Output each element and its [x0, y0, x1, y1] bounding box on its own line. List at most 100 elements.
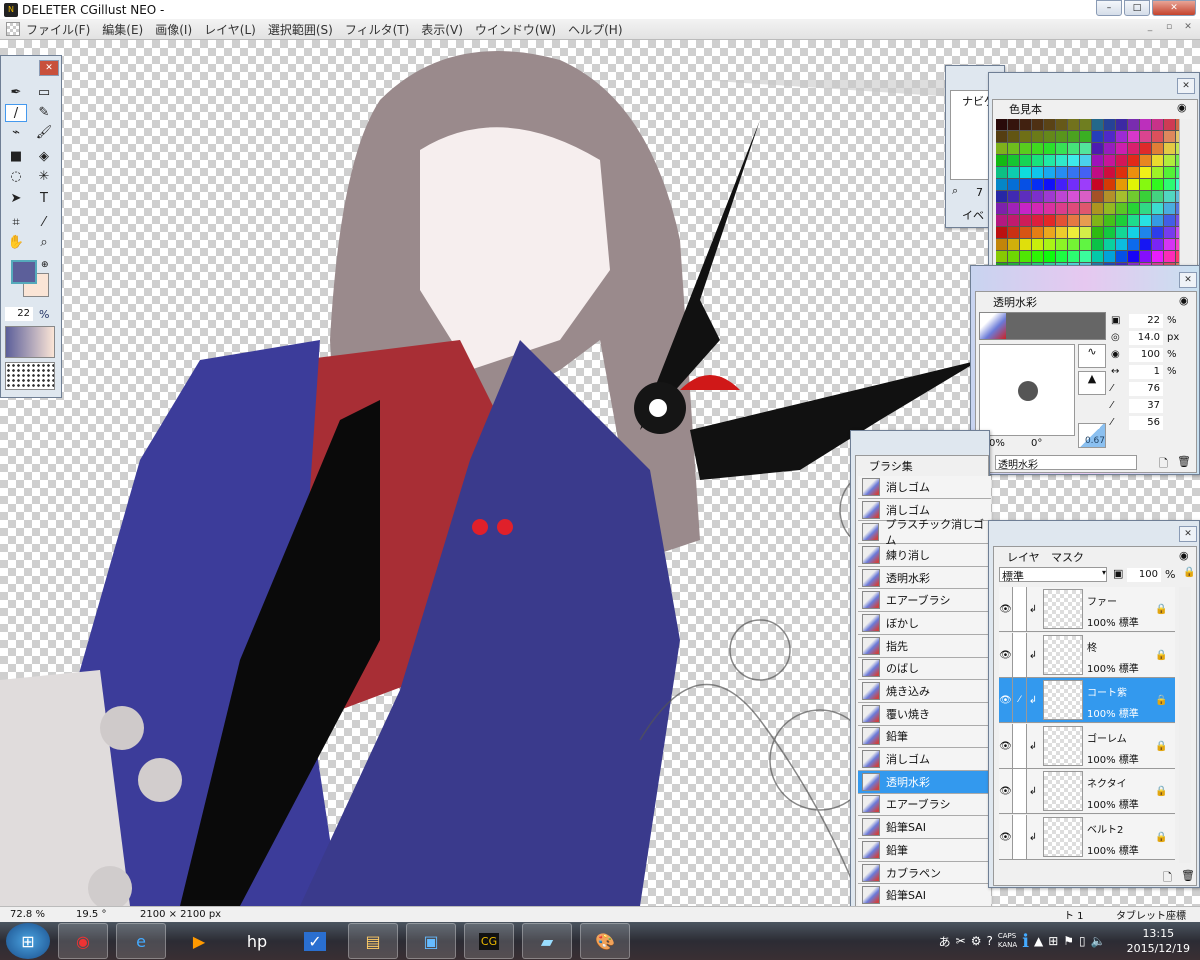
color-swatch-cell[interactable]	[1008, 179, 1019, 190]
color-swatch-cell[interactable]	[1044, 179, 1055, 190]
color-swatch-cell[interactable]	[1032, 227, 1043, 238]
swatch-menu-icon[interactable]: ◉	[1177, 101, 1187, 114]
color-swatch-cell[interactable]	[1152, 191, 1163, 202]
color-swatch-cell[interactable]	[1056, 167, 1067, 178]
visibility-eye-icon[interactable]: 👁	[999, 769, 1013, 813]
color-swatch-cell[interactable]	[1080, 239, 1091, 250]
color-swatch-cell[interactable]	[1056, 191, 1067, 202]
color-swatch-cell[interactable]	[1080, 155, 1091, 166]
color-swatch-cell[interactable]	[1152, 167, 1163, 178]
layer-close-button[interactable]: ✕	[1179, 526, 1197, 542]
brush-item[interactable]: 指先	[858, 634, 991, 658]
color-swatch-cell[interactable]	[1104, 227, 1115, 238]
color-swatch-cell[interactable]	[1020, 227, 1031, 238]
color-swatch-cell[interactable]	[1164, 155, 1175, 166]
color-swatch-cell[interactable]	[1104, 179, 1115, 190]
clip-icon[interactable]: ↲	[1027, 769, 1039, 813]
brush-item[interactable]: 覆い焼き	[858, 702, 991, 726]
color-swatch-cell[interactable]	[1092, 119, 1103, 130]
brush-preset-selector[interactable]	[979, 312, 1106, 340]
color-swatch-cell[interactable]	[1104, 143, 1115, 154]
color-swatch-cell[interactable]	[1044, 119, 1055, 130]
swatch-tab[interactable]: 色見本	[1001, 100, 1050, 118]
show-hidden-icons[interactable]: ▲	[1034, 934, 1043, 948]
brush-item[interactable]: 鉛筆SAI	[858, 884, 991, 908]
color-swatch-cell[interactable]	[1116, 179, 1127, 190]
color-swatch-cell[interactable]	[1140, 191, 1151, 202]
color-swatch-cell[interactable]	[1140, 251, 1151, 262]
tool-opacity-value[interactable]: 22	[5, 307, 33, 321]
color-swatch-cell[interactable]	[1032, 239, 1043, 250]
volume-icon[interactable]: 🔈	[1091, 934, 1106, 948]
color-swatch-cell[interactable]	[1020, 155, 1031, 166]
document-icon[interactable]	[6, 22, 20, 36]
color-swatch-cell[interactable]	[1164, 179, 1175, 190]
brush-item[interactable]: 鉛筆	[858, 725, 991, 749]
color-swatch-cell[interactable]	[1140, 203, 1151, 214]
color-swatch-cell[interactable]	[996, 239, 1007, 250]
color-swatch-cell[interactable]	[1080, 227, 1091, 238]
taskbar-paint-icon[interactable]: 🎨	[580, 923, 630, 959]
color-swatch-cell[interactable]	[1080, 167, 1091, 178]
color-swatch-cell[interactable]	[1008, 227, 1019, 238]
color-swatch-cell[interactable]	[1068, 155, 1079, 166]
brush-item[interactable]: 透明水彩	[858, 770, 991, 794]
color-swatch-cell[interactable]	[1068, 203, 1079, 214]
color-swatch-cell[interactable]	[1092, 239, 1103, 250]
main-color-swatch[interactable]	[11, 260, 37, 284]
color-swatch-cell[interactable]	[1116, 155, 1127, 166]
color-swatch-cell[interactable]	[1080, 191, 1091, 202]
color-swatch-cell[interactable]	[1056, 227, 1067, 238]
menu-filter[interactable]: フィルタ(T)	[345, 21, 409, 38]
color-swatch-cell[interactable]	[1020, 131, 1031, 142]
color-swatch-cell[interactable]	[1032, 131, 1043, 142]
color-swatch-cell[interactable]	[1032, 215, 1043, 226]
color-swatch-cell[interactable]	[1032, 119, 1043, 130]
color-swatch-cell[interactable]	[1020, 143, 1031, 154]
maximize-button[interactable]: □	[1124, 0, 1150, 16]
color-swatch-cell[interactable]	[1116, 239, 1127, 250]
color-swatch-cell[interactable]	[996, 119, 1007, 130]
color-swatch-cell[interactable]	[1020, 119, 1031, 130]
color-swatch-cell[interactable]	[996, 179, 1007, 190]
magic-wand-tool-icon[interactable]: ✳	[33, 168, 55, 186]
color-swatch-cell[interactable]	[1116, 119, 1127, 130]
color-swatch-cell[interactable]	[1128, 191, 1139, 202]
layer-lock-icon[interactable]: 🔒	[1155, 815, 1175, 859]
layer-lock-icon[interactable]: 🔒	[1155, 587, 1175, 631]
edit-indicator[interactable]	[1013, 814, 1027, 859]
gradient-selector[interactable]	[5, 326, 55, 358]
color-swatch-cell[interactable]	[1140, 155, 1151, 166]
doc-close-button[interactable]: ✕	[1180, 22, 1196, 36]
visibility-eye-icon[interactable]: 👁	[999, 723, 1013, 768]
color-swatch-cell[interactable]	[1080, 179, 1091, 190]
color-swatch-cell[interactable]	[1092, 143, 1103, 154]
color-swatch-cell[interactable]	[1164, 131, 1175, 142]
color-swatch-cell[interactable]	[1128, 167, 1139, 178]
event-tab[interactable]: イベ	[954, 206, 992, 224]
color-swatch-cell[interactable]	[1104, 191, 1115, 202]
color-swatch-cell[interactable]	[1056, 179, 1067, 190]
color-swatch-cell[interactable]	[1164, 119, 1175, 130]
brush-item[interactable]: のばし	[858, 657, 991, 681]
color-swatch-cell[interactable]	[1008, 239, 1019, 250]
color-swatch-cell[interactable]	[1008, 155, 1019, 166]
color-swatch-cell[interactable]	[1104, 215, 1115, 226]
taskbar-photo-viewer-icon[interactable]: ▣	[406, 923, 456, 959]
brush-name-field[interactable]: 透明水彩	[995, 455, 1137, 471]
color-swatch-cell[interactable]	[1164, 227, 1175, 238]
color-swatch-cell[interactable]	[1008, 131, 1019, 142]
brush-item[interactable]: 鉛筆SAI	[858, 816, 991, 839]
color-swatch-cell[interactable]	[1128, 131, 1139, 142]
layer-lock-icon[interactable]: 🔒	[1155, 724, 1175, 768]
navigator-zoom-value[interactable]: 7	[976, 186, 983, 199]
visibility-eye-icon[interactable]: 👁	[999, 587, 1013, 631]
ime-mode[interactable]: あ	[939, 933, 951, 950]
color-swatch-cell[interactable]	[1128, 155, 1139, 166]
info-icon[interactable]: ℹ	[1022, 931, 1029, 952]
hand-tool-icon[interactable]: ✋	[5, 234, 27, 252]
brush-param-3[interactable]: 56	[1129, 415, 1163, 430]
color-swatch-cell[interactable]	[1008, 251, 1019, 262]
color-swatch-cell[interactable]	[1128, 239, 1139, 250]
color-swatch-cell[interactable]	[1128, 251, 1139, 262]
